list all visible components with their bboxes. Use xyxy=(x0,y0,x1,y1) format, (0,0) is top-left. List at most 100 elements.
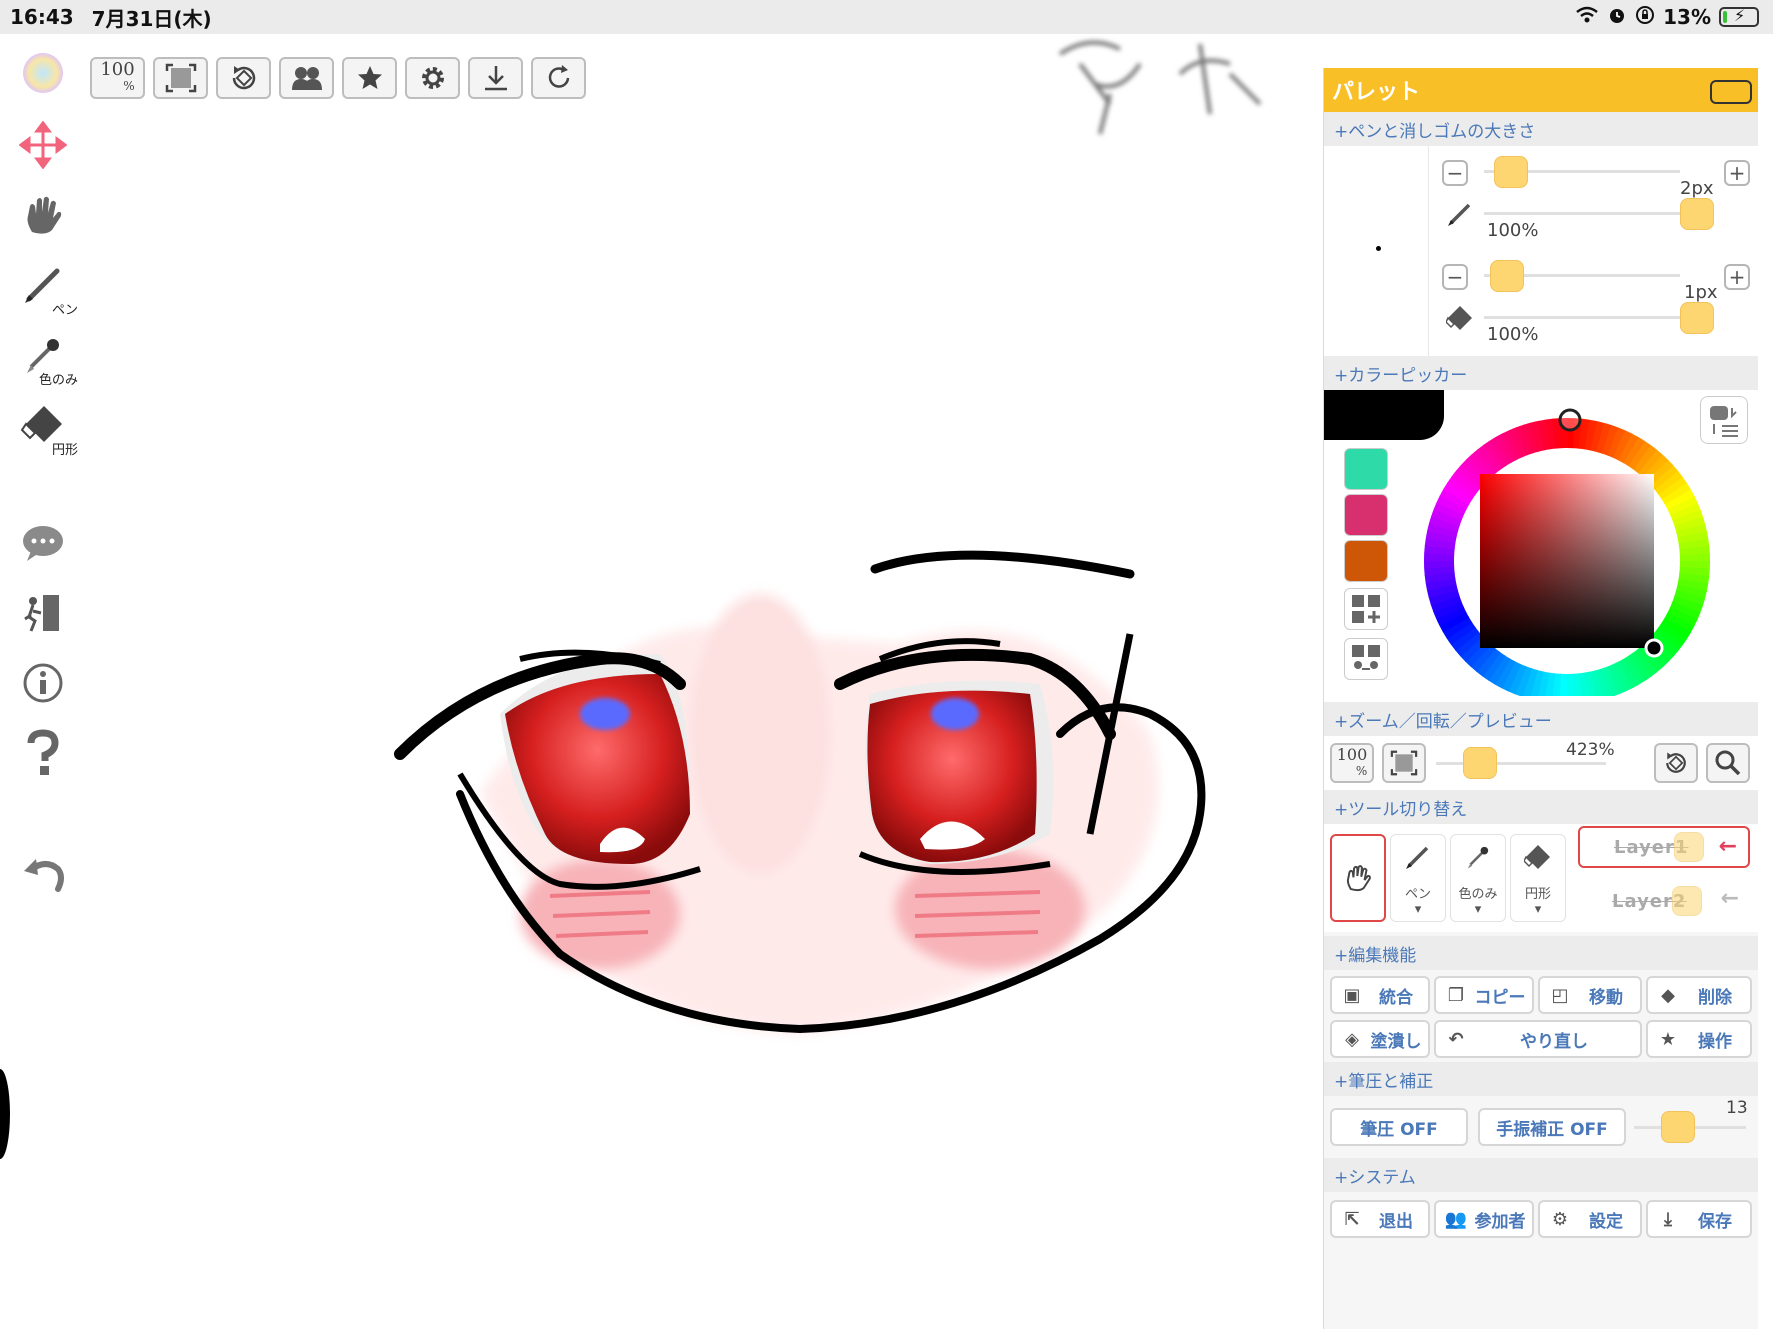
eraser-opacity-slider-track[interactable] xyxy=(1484,316,1680,319)
layer-2-opacity-knob[interactable] xyxy=(1672,886,1702,916)
eraser-size-minus-button[interactable]: − xyxy=(1442,264,1468,290)
chat-button[interactable] xyxy=(8,514,78,572)
operation-label: 操作 xyxy=(1698,1031,1732,1052)
stabilizer-toggle[interactable]: 手振補正 OFF xyxy=(1478,1108,1626,1146)
color-wheel[interactable] xyxy=(1410,396,1710,696)
copy-button[interactable]: ❐ コピー xyxy=(1434,976,1534,1014)
section-pressure[interactable]: +筆圧と補正 xyxy=(1324,1062,1758,1096)
hue-ring-segment xyxy=(1425,577,1457,591)
saturation-value-square[interactable] xyxy=(1480,474,1654,648)
pen-tool-cell[interactable]: ペン ▾ xyxy=(1390,834,1446,922)
palette-minimize-button[interactable] xyxy=(1710,80,1752,104)
shared-swatch-button[interactable] xyxy=(1344,638,1388,680)
color-wheel-button[interactable] xyxy=(8,44,78,102)
battery-fill xyxy=(1723,11,1728,23)
eraser-opacity-slider-knob[interactable] xyxy=(1680,302,1714,334)
pen-pressure-toggle[interactable]: 筆圧 OFF xyxy=(1330,1108,1468,1146)
layer-1-opacity-knob[interactable] xyxy=(1674,832,1704,862)
pen-size-slider-knob[interactable] xyxy=(1493,156,1528,188)
zoom-slider-track[interactable] xyxy=(1436,762,1606,765)
layer-2-row[interactable]: Layer2 ← xyxy=(1578,880,1750,922)
pen-size-plus-button[interactable]: + xyxy=(1724,160,1750,186)
fill-button[interactable]: ◈ 塗潰し xyxy=(1330,1020,1430,1058)
panel-zoom-100-button[interactable]: 100% xyxy=(1330,743,1374,783)
layer-1-row[interactable]: Layer1 ← xyxy=(1578,826,1750,868)
pen-tool-button[interactable]: ペン xyxy=(8,256,78,318)
zoom-slider-knob[interactable] xyxy=(1463,747,1498,779)
rotate-reset-icon xyxy=(232,66,255,90)
undo-arrow-icon xyxy=(24,859,64,892)
hue-ring-segment xyxy=(1529,420,1545,452)
section-color-picker[interactable]: +カラーピッカー xyxy=(1324,356,1758,390)
settings-panel-button[interactable]: ⚙ 設定 xyxy=(1538,1200,1642,1238)
sketch-mark xyxy=(1058,40,1142,135)
exit-room-button[interactable] xyxy=(8,584,78,642)
pen-opacity-slider-knob[interactable] xyxy=(1680,198,1714,230)
operation-button[interactable]: ★ 操作 xyxy=(1646,1020,1752,1058)
hue-ring-segment xyxy=(1439,611,1470,633)
hue-ring-segment xyxy=(1595,668,1611,696)
zoom-100-button[interactable]: 100% xyxy=(90,57,145,99)
hue-ring-segment xyxy=(1638,449,1664,478)
pen-size-minus-button[interactable]: − xyxy=(1442,160,1468,186)
eraser-size-slider-knob[interactable] xyxy=(1489,260,1524,292)
info-button[interactable] xyxy=(8,654,78,712)
settings-button[interactable] xyxy=(405,57,460,99)
chevron-down-icon: ▾ xyxy=(1534,902,1542,917)
eraser-size-plus-button[interactable]: + xyxy=(1724,264,1750,290)
tool-switch-block: ペン ▾ 色のみ ▾ 円形 ▾ Layer1 ← Layer2 ← xyxy=(1324,824,1758,932)
reload-button[interactable] xyxy=(531,57,586,99)
pen-opacity-slider-track[interactable] xyxy=(1484,212,1680,215)
section-edit[interactable]: +編集機能 xyxy=(1324,936,1758,970)
undo-button[interactable] xyxy=(8,844,78,902)
hand-tool-button[interactable] xyxy=(8,186,78,244)
section-tool-switch[interactable]: +ツール切り替え xyxy=(1324,790,1758,824)
participants-button[interactable] xyxy=(279,57,334,99)
gear-icon: ⚙ xyxy=(1551,1208,1569,1230)
shared-swatch-icon xyxy=(1352,645,1380,670)
exit-label: 退出 xyxy=(1379,1211,1413,1232)
favorite-button[interactable] xyxy=(342,57,397,99)
delete-button[interactable]: ◆ 削除 xyxy=(1646,976,1752,1014)
eraser-tool-cell[interactable]: 円形 ▾ xyxy=(1510,834,1566,922)
panel-fit-screen-icon xyxy=(1390,750,1418,776)
pressure-block: 筆圧 OFF 手振補正 OFF 13 xyxy=(1324,1096,1758,1158)
hue-ring-segment xyxy=(1552,418,1563,449)
hue-ring-segment xyxy=(1521,668,1538,696)
hand-tool-cell[interactable] xyxy=(1330,834,1386,922)
eyedropper-tool-cell[interactable]: 色のみ ▾ xyxy=(1450,834,1506,922)
section-pen-eraser-size[interactable]: +ペンと消しゴムの大きさ xyxy=(1324,112,1758,146)
move-button[interactable]: ◰ 移動 xyxy=(1538,976,1642,1014)
section-system[interactable]: +システム xyxy=(1324,1158,1758,1192)
move-tool-button[interactable] xyxy=(8,116,78,174)
color-history-swatch[interactable] xyxy=(1344,540,1388,582)
palette-header[interactable]: パレット xyxy=(1324,68,1758,112)
eraser-tool-label: 円形 xyxy=(51,443,78,458)
hue-selector[interactable] xyxy=(1558,408,1582,432)
download-button[interactable] xyxy=(468,57,523,99)
panel-rotate-reset-button[interactable] xyxy=(1654,743,1698,783)
redo-button[interactable]: ↶ やり直し xyxy=(1434,1020,1642,1058)
fit-screen-button[interactable] xyxy=(153,57,208,99)
help-button[interactable] xyxy=(8,724,78,782)
eraser-tool-button[interactable]: 円形 xyxy=(8,396,78,458)
hue-ring-segment xyxy=(1470,644,1496,673)
rotate-reset-button[interactable] xyxy=(216,57,271,99)
exit-button[interactable]: ⇱ 退出 xyxy=(1330,1200,1430,1238)
participants-panel-button[interactable]: 👥 参加者 xyxy=(1434,1200,1534,1238)
magnifier-icon xyxy=(1715,750,1741,776)
panel-fit-screen-button[interactable] xyxy=(1382,743,1426,783)
color-history-swatch[interactable] xyxy=(1344,448,1388,490)
stabilizer-slider-knob[interactable] xyxy=(1661,1111,1696,1143)
hue-ring-segment xyxy=(1430,594,1462,613)
hue-ring-segment xyxy=(1677,578,1709,592)
picker-mode-toggle-button[interactable] xyxy=(1700,396,1748,444)
eyedropper-tool-button[interactable]: 色のみ xyxy=(8,326,78,388)
add-swatch-button[interactable] xyxy=(1344,588,1388,630)
merge-button[interactable]: ▣ 統合 xyxy=(1330,976,1430,1014)
section-zoom-rotate[interactable]: +ズーム／回転／プレビュー xyxy=(1324,702,1758,736)
preview-button[interactable] xyxy=(1706,743,1750,783)
color-selector[interactable] xyxy=(1644,638,1664,658)
save-button[interactable]: ⤓ 保存 xyxy=(1646,1200,1752,1238)
color-history-swatch[interactable] xyxy=(1344,494,1388,536)
